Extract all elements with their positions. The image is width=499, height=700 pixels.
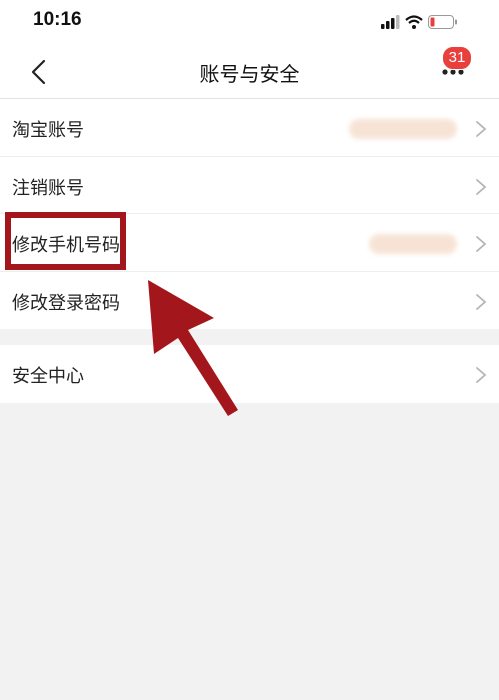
notification-badge: 31 [442,46,472,70]
settings-row-cancel-account[interactable]: 注销账号 [0,157,499,214]
status-time: 10:16 [33,9,82,30]
status-bar: 10:16 [0,0,499,44]
chevron-right-icon [476,121,487,137]
row-label: 淘宝账号 [12,120,84,141]
blurred-value [369,234,457,254]
chevron-right-icon [476,178,487,195]
row-label: 修改登录密码 [12,292,120,314]
system-status-icons [381,15,457,29]
pointer-arrow-icon [148,280,238,416]
wifi-icon [405,15,423,29]
chevron-right-icon [476,293,487,310]
cellular-signal-icon [381,15,400,29]
settings-row-taobao-account[interactable]: 淘宝账号 [0,99,499,157]
battery-icon [428,15,457,29]
row-label: 安全中心 [12,366,84,387]
highlight-box [5,212,126,270]
page-title: 账号与安全 [199,62,300,86]
blurred-value [349,119,457,139]
chevron-right-icon [476,236,487,252]
chevron-right-icon [476,367,487,383]
navigation-bar: 账号与安全 [0,44,499,99]
row-label: 注销账号 [12,177,84,199]
